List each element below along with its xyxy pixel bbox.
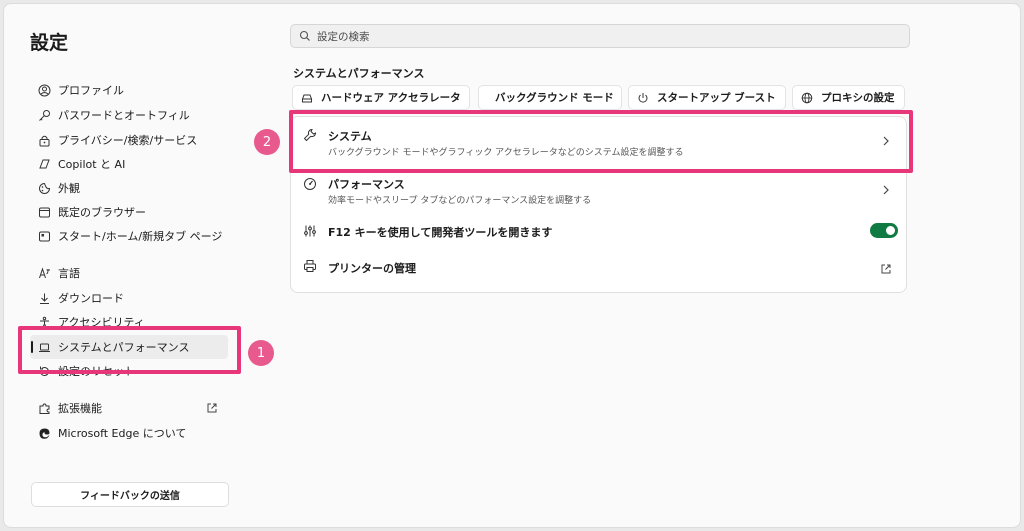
language-icon (38, 266, 51, 280)
sidebar-item-label: ダウンロード (58, 292, 124, 305)
chip-label: ハードウェア アクセラレータ (321, 92, 461, 104)
row-subtitle: 効率モードやスリープ タブなどのパフォーマンス設定を調整する (328, 196, 592, 206)
sidebar-item-label: Microsoft Edge について (58, 427, 187, 440)
annotation-highlight-system-row (289, 110, 913, 173)
sidebar-item-copilot[interactable]: Copilot と AI (30, 152, 228, 176)
sidebar-item-label: プライバシー/検索/サービス (58, 134, 198, 147)
sidebar-item-label: 既定のブラウザー (58, 206, 146, 219)
row-title: F12 キーを使用して開発者ツールを開きます (328, 226, 553, 239)
edge-icon (38, 427, 51, 440)
sidebar-item-about[interactable]: Microsoft Edge について (30, 421, 228, 445)
download-icon (38, 292, 51, 305)
sidebar-item-downloads[interactable]: ダウンロード (30, 286, 228, 310)
external-link-icon (206, 402, 218, 414)
sidebar-item-extensions[interactable]: 拡張機能 (30, 396, 228, 420)
row-title: パフォーマンス (328, 178, 405, 191)
row-performance[interactable]: パフォーマンス 効率モードやスリープ タブなどのパフォーマンス設定を調整する (291, 169, 906, 213)
browser-icon (38, 206, 51, 219)
section-title: システムとパフォーマンス (293, 67, 425, 80)
chip-proxy-settings[interactable]: プロキシの設定 (792, 85, 905, 110)
hardware-icon (301, 92, 313, 104)
chip-label: スタートアップ ブースト (657, 92, 776, 104)
chip-label: プロキシの設定 (821, 92, 895, 104)
power-icon (637, 92, 649, 104)
chevron-right-icon (882, 185, 890, 195)
search-placeholder: 設定の検索 (317, 30, 370, 43)
sidebar-item-label: Copilot と AI (58, 158, 126, 171)
sidebar-item-language[interactable]: 言語 (30, 261, 228, 285)
sidebar-item-label: 拡張機能 (58, 402, 102, 415)
feedback-button[interactable]: フィードバックの送信 (31, 482, 229, 507)
chip-label: バックグラウンド モード (495, 92, 614, 104)
key-icon (38, 109, 51, 122)
sidebar-item-default-browser[interactable]: 既定のブラウザー (30, 200, 228, 224)
chip-hardware-acceleration[interactable]: ハードウェア アクセラレータ (292, 85, 470, 110)
search-input[interactable]: 設定の検索 (290, 24, 910, 48)
sidebar-item-privacy[interactable]: プライバシー/検索/サービス (30, 128, 228, 152)
annotation-badge-1: 1 (248, 340, 274, 366)
devtools-icon (303, 224, 317, 238)
appearance-icon (38, 182, 51, 195)
printer-icon (303, 259, 317, 273)
lock-icon (38, 134, 51, 147)
row-printers[interactable]: プリンターの管理 (291, 253, 906, 283)
page-title: 設定 (30, 32, 69, 54)
sidebar-item-start-home[interactable]: スタート/ホーム/新規タブ ページ (30, 224, 228, 248)
row-title: プリンターの管理 (328, 262, 416, 275)
sidebar-item-passwords[interactable]: パスワードとオートフィル (30, 103, 228, 127)
search-icon (299, 30, 311, 42)
row-devtools-f12: F12 キーを使用して開発者ツールを開きます (291, 217, 906, 247)
sidebar-item-label: パスワードとオートフィル (58, 109, 190, 122)
sidebar-item-label: 言語 (58, 267, 80, 280)
sidebar-item-label: 外観 (58, 182, 80, 195)
chip-background-mode[interactable]: バックグラウンド モード (478, 85, 622, 110)
annotation-highlight-sidebar (18, 326, 241, 374)
sidebar-item-label: プロファイル (58, 84, 124, 97)
globe-icon (801, 92, 813, 104)
puzzle-icon (38, 402, 51, 415)
sidebar-item-profile[interactable]: プロファイル (30, 78, 228, 102)
devtools-toggle[interactable] (870, 223, 898, 238)
sidebar-item-appearance[interactable]: 外観 (30, 176, 228, 200)
copilot-icon (38, 158, 51, 171)
profile-icon (38, 84, 51, 97)
performance-icon (303, 177, 317, 191)
home-icon (38, 230, 51, 243)
sidebar-item-label: スタート/ホーム/新規タブ ページ (58, 230, 223, 243)
external-link-icon (880, 263, 892, 275)
chip-startup-boost[interactable]: スタートアップ ブースト (628, 85, 786, 110)
annotation-badge-2: 2 (254, 129, 280, 155)
